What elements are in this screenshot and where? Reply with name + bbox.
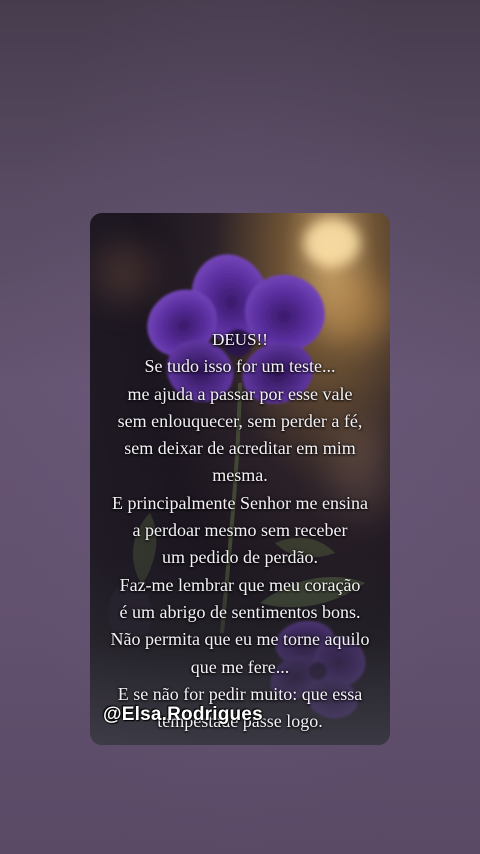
prayer-line: que me fere... bbox=[190, 656, 290, 677]
prayer-line: sem enlouquecer, sem perder a fé, bbox=[117, 410, 363, 431]
prayer-line: mesma. bbox=[212, 465, 268, 486]
prayer-line: Não permita que eu me torne aquilo bbox=[110, 629, 370, 650]
prayer-line: sem deixar de acreditar em mim bbox=[124, 438, 356, 459]
prayer-line: a perdoar mesmo sem receber bbox=[132, 520, 348, 541]
prayer-line: Se tudo isso for um teste... bbox=[144, 356, 336, 377]
author-watermark: @Elsa.Rodrigues bbox=[103, 704, 263, 725]
prayer-line: E principalmente Senhor me ensina bbox=[112, 492, 368, 513]
prayer-line: um pedido de perdão. bbox=[162, 547, 318, 568]
prayer-line: me ajuda a passar por esse vale bbox=[127, 383, 353, 404]
post-image-card: DEUS!! Se tudo isso for um teste... me a… bbox=[90, 213, 390, 745]
prayer-line: é um abrigo de sentimentos bons. bbox=[119, 601, 361, 622]
prayer-title: DEUS!! bbox=[212, 330, 268, 349]
prayer-line: Faz-me lembrar que meu coração bbox=[119, 574, 361, 595]
story-screen: { "post": { "title": "DEUS!!", "lines": … bbox=[0, 0, 480, 854]
prayer-text: DEUS!! Se tudo isso for um teste... me a… bbox=[90, 326, 390, 735]
